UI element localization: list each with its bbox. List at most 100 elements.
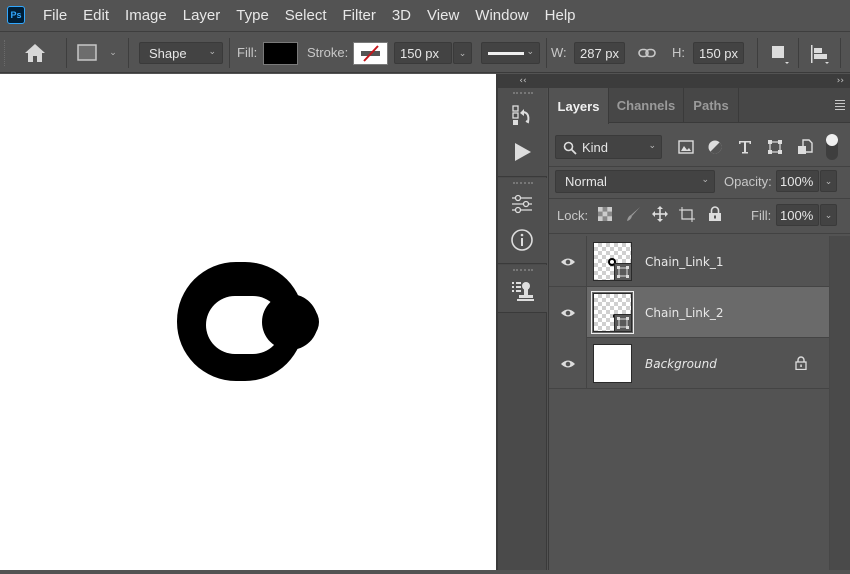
- height-value: 150 px: [699, 45, 739, 61]
- info-icon[interactable]: [508, 226, 536, 254]
- shape-tool-preset-icon[interactable]: [76, 42, 98, 62]
- collapse-panels-button[interactable]: ‹‹: [498, 74, 548, 88]
- adjustment-filter-icon[interactable]: [705, 137, 725, 157]
- shape-layer-icon: [614, 263, 632, 281]
- layer-thumbnail[interactable]: [591, 291, 634, 334]
- layer-thumbnail[interactable]: [593, 344, 632, 383]
- clone-source-icon[interactable]: [508, 277, 536, 305]
- menu-type[interactable]: Type: [228, 7, 277, 24]
- panel-group-clone-source: [498, 265, 547, 313]
- layer-visibility-toggle[interactable]: [549, 287, 587, 338]
- home-icon[interactable]: [22, 41, 48, 65]
- height-input[interactable]: 150 px: [693, 42, 744, 64]
- filter-kind-value: Kind: [582, 139, 609, 155]
- lock-image-icon[interactable]: [624, 205, 642, 223]
- stroke-width-dropdown[interactable]: ⌄: [453, 42, 472, 64]
- fill-color-swatch[interactable]: [263, 42, 298, 65]
- chevron-down-icon: ⌄: [824, 175, 833, 186]
- panel-grip[interactable]: [513, 182, 533, 186]
- lock-position-icon[interactable]: [651, 205, 669, 223]
- width-input[interactable]: 287 px: [574, 42, 625, 64]
- menu-select[interactable]: Select: [277, 7, 335, 24]
- panel-grip[interactable]: [513, 269, 533, 273]
- stroke-width-value: 150 px: [400, 45, 440, 61]
- layers-scrollbar[interactable]: [829, 236, 850, 570]
- stroke-width-input[interactable]: 150 px: [394, 42, 452, 64]
- menu-3d[interactable]: 3D: [384, 7, 419, 24]
- type-filter-icon[interactable]: [735, 137, 755, 157]
- history-icon[interactable]: [508, 102, 536, 130]
- panel-menu-icon[interactable]: [835, 100, 845, 112]
- tool-preset-chevron-icon[interactable]: ⌄: [106, 44, 120, 62]
- chevron-down-icon: ⌄: [701, 174, 709, 184]
- adjustments-icon[interactable]: [508, 190, 536, 218]
- opacity-value: 100%: [780, 173, 814, 189]
- panel-group-adjustments-info: [498, 178, 547, 264]
- tab-channels[interactable]: Channels: [609, 88, 684, 123]
- menu-file[interactable]: File: [35, 7, 75, 24]
- lock-artboard-icon[interactable]: [678, 205, 696, 223]
- layer-name[interactable]: Chain_Link_1: [645, 236, 724, 287]
- expand-panels-button[interactable]: ››: [548, 74, 850, 88]
- shape-filter-icon[interactable]: [765, 137, 785, 157]
- opacity-dropdown[interactable]: ⌄: [820, 170, 837, 192]
- layer-row-chain-link-1[interactable]: Chain_Link_1: [549, 236, 829, 287]
- fill-opacity-label: Fill:: [751, 208, 772, 223]
- chain-link-shape[interactable]: [0, 74, 496, 570]
- layer-visibility-toggle[interactable]: [549, 338, 587, 389]
- panel-tabs: Layers Channels Paths: [549, 88, 850, 124]
- tab-paths[interactable]: Paths: [684, 88, 739, 123]
- fill-label: Fill:: [237, 45, 258, 60]
- link-icon[interactable]: [636, 44, 658, 62]
- actions-play-icon[interactable]: [508, 138, 536, 166]
- menu-filter[interactable]: Filter: [335, 7, 384, 24]
- collapsed-panel-strip: [498, 88, 547, 570]
- stroke-type-select[interactable]: ⌄: [481, 42, 540, 64]
- stroke-label: Stroke:: [307, 45, 349, 60]
- blend-mode-value: Normal: [565, 174, 607, 189]
- blend-mode-select[interactable]: Normal ⌄: [555, 170, 715, 193]
- document-canvas[interactable]: [0, 74, 496, 570]
- fill-opacity-dropdown[interactable]: ⌄: [820, 204, 837, 226]
- panel-grip[interactable]: [513, 92, 533, 96]
- lock-all-icon[interactable]: [706, 205, 724, 223]
- menu-window[interactable]: Window: [467, 7, 536, 24]
- tool-mode-select[interactable]: Shape ⌄: [139, 42, 223, 64]
- menu-view[interactable]: View: [419, 7, 467, 24]
- menu-help[interactable]: Help: [537, 7, 584, 24]
- fill-opacity-input[interactable]: 100%: [776, 204, 819, 226]
- layer-name[interactable]: Chain_Link_2: [645, 287, 724, 338]
- chevron-down-icon: ⌄: [526, 46, 534, 56]
- menu-bar: Ps File Edit Image Layer Type Select Fil…: [0, 0, 850, 30]
- layer-name[interactable]: Background: [645, 338, 717, 389]
- photoshop-logo: Ps: [7, 6, 25, 24]
- filter-kind-select[interactable]: Kind ⌄: [555, 135, 662, 159]
- stroke-color-swatch[interactable]: [353, 42, 388, 65]
- opacity-input[interactable]: 100%: [776, 170, 819, 192]
- width-value: 287 px: [580, 45, 620, 61]
- layers-panel: Layers Channels Paths Kind ⌄ Normal ⌄ Op…: [548, 88, 850, 570]
- menu-layer[interactable]: Layer: [175, 7, 229, 24]
- smart-object-filter-icon[interactable]: [795, 137, 815, 157]
- menu-edit[interactable]: Edit: [75, 7, 117, 24]
- layer-thumbnail[interactable]: [593, 242, 632, 281]
- layer-lock-icon[interactable]: [793, 355, 809, 371]
- lock-transparent-icon[interactable]: [596, 205, 614, 223]
- lock-label: Lock:: [557, 208, 589, 223]
- search-icon: [563, 141, 577, 155]
- panel-group-history-actions: [498, 88, 547, 177]
- chevron-down-icon: ⌄: [208, 46, 216, 56]
- options-bar-grip[interactable]: [4, 40, 7, 66]
- path-operations-icon[interactable]: [768, 42, 792, 66]
- menu-image[interactable]: Image: [117, 7, 175, 24]
- layer-row-background[interactable]: Background: [549, 338, 829, 389]
- path-alignment-icon[interactable]: [808, 42, 832, 66]
- opacity-label: Opacity:: [724, 174, 772, 189]
- height-label: H:: [672, 45, 685, 60]
- layer-visibility-toggle[interactable]: [549, 236, 587, 287]
- layer-row-chain-link-2[interactable]: Chain_Link_2: [549, 287, 829, 338]
- shape-layer-icon: [614, 314, 632, 332]
- filter-toggle-switch[interactable]: [826, 134, 838, 160]
- tab-layers[interactable]: Layers: [549, 88, 609, 124]
- image-filter-icon[interactable]: [676, 137, 696, 157]
